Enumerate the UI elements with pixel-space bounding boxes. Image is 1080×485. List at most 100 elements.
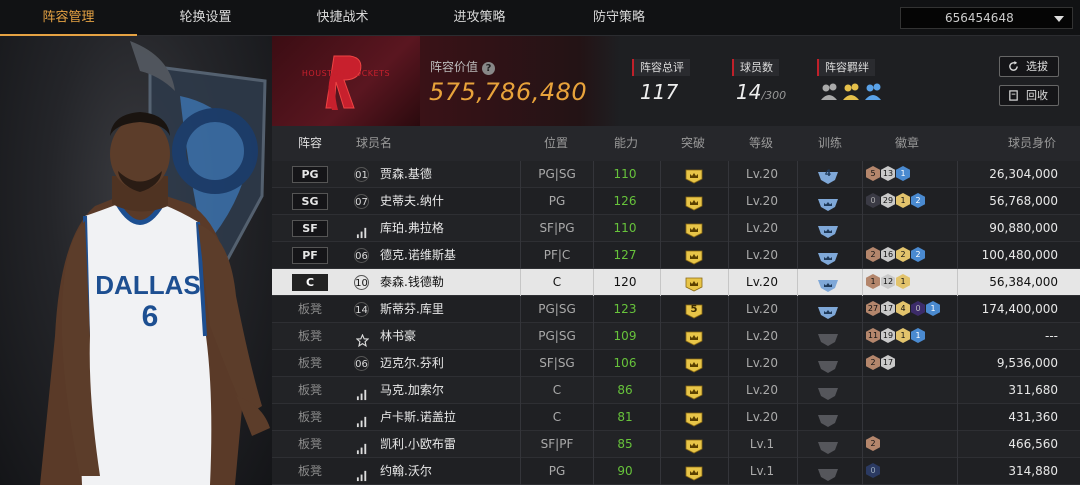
column-divider bbox=[593, 323, 594, 350]
slot-badge: PF bbox=[292, 247, 328, 264]
table-row[interactable]: SG 07 史蒂夫.纳什 PG 126 Lv.20 0 29 1 2 56,768,000 bbox=[272, 188, 1080, 215]
col-badges: 徽章 bbox=[895, 136, 920, 150]
training-icon[interactable] bbox=[817, 330, 839, 346]
training-icon[interactable] bbox=[817, 249, 839, 265]
badge-list: 27 17 4 0 1 bbox=[866, 301, 941, 318]
column-divider bbox=[728, 404, 729, 431]
badge-bronze: 5 bbox=[866, 166, 880, 181]
bond-stat: 阵容羁绊 bbox=[817, 56, 881, 100]
bond-icons[interactable] bbox=[821, 82, 887, 107]
player-position: PG|SG bbox=[538, 302, 576, 316]
crown-icon[interactable] bbox=[684, 329, 704, 346]
slot-badge: SF bbox=[292, 220, 328, 237]
player-name[interactable]: 斯蒂芬.库里 bbox=[380, 296, 444, 323]
column-divider bbox=[797, 242, 798, 269]
training-icon[interactable] bbox=[817, 195, 839, 211]
column-divider bbox=[728, 296, 729, 323]
table-row[interactable]: C 10 泰森.钱德勒 C 120 Lv.20 1 12 1 56,384,000 bbox=[272, 269, 1080, 296]
tab-quick-tactics[interactable]: 快捷战术 bbox=[274, 0, 411, 36]
player-name[interactable]: 凯利.小欧布雷 bbox=[380, 431, 456, 458]
training-icon[interactable] bbox=[817, 303, 839, 319]
account-dropdown[interactable]: 656454648 bbox=[900, 7, 1073, 29]
training-icon[interactable] bbox=[817, 276, 839, 292]
badge-silver: 12 bbox=[881, 274, 895, 289]
tab-offense[interactable]: 进攻策略 bbox=[411, 0, 548, 36]
badge-silver: 29 bbox=[881, 193, 895, 208]
table-row[interactable]: PF 06 德克.诺维斯基 PF|C 127 Lv.20 2 16 2 2 100,480,000 bbox=[272, 242, 1080, 269]
table-row[interactable]: SF 库珀.弗拉格 SF|PG 110 Lv.20 90,880,000 bbox=[272, 215, 1080, 242]
training-icon[interactable]: 4 bbox=[817, 168, 839, 184]
recycle-button[interactable]: 回收 bbox=[999, 85, 1059, 106]
column-divider bbox=[520, 431, 521, 458]
player-position: C bbox=[552, 275, 562, 289]
crown-icon[interactable] bbox=[684, 356, 704, 373]
document-icon bbox=[1009, 90, 1018, 101]
top-nav: 阵容管理 轮换设置 快捷战术 进攻策略 防守策略 656454648 bbox=[0, 0, 1080, 36]
breakthrough-level[interactable]: 5 bbox=[684, 302, 704, 319]
player-name[interactable]: 迈克尔.芬利 bbox=[380, 350, 444, 377]
player-name[interactable]: 马克.加索尔 bbox=[380, 377, 444, 404]
table-row[interactable]: 板凳 马克.加索尔 C 86 Lv.20 311,680 bbox=[272, 377, 1080, 404]
column-divider bbox=[520, 188, 521, 215]
training-icon[interactable] bbox=[817, 411, 839, 427]
column-divider bbox=[862, 269, 863, 296]
column-divider bbox=[862, 377, 863, 404]
player-name[interactable]: 德克.诺维斯基 bbox=[380, 242, 456, 269]
player-name[interactable]: 贾森.基德 bbox=[380, 161, 432, 188]
player-name[interactable]: 卢卡斯.诺盖拉 bbox=[380, 404, 456, 431]
training-icon[interactable] bbox=[817, 222, 839, 238]
column-divider bbox=[593, 458, 594, 485]
player-name[interactable]: 林书豪 bbox=[380, 323, 416, 350]
crown-icon[interactable] bbox=[684, 194, 704, 211]
crown-icon[interactable] bbox=[684, 275, 704, 292]
table-row[interactable]: 板凳 约翰.沃尔 PG 90 Lv.1 0 314,880 bbox=[272, 458, 1080, 485]
player-ability: 126 bbox=[613, 194, 637, 208]
badge-silver: 17 bbox=[881, 355, 895, 370]
crown-icon[interactable] bbox=[684, 437, 704, 454]
player-level: Lv.20 bbox=[746, 221, 778, 235]
crown-icon[interactable] bbox=[684, 221, 704, 238]
training-icon[interactable] bbox=[817, 465, 839, 481]
column-divider bbox=[593, 242, 594, 269]
crown-icon[interactable] bbox=[684, 248, 704, 265]
tab-lineup[interactable]: 阵容管理 bbox=[0, 0, 137, 36]
player-level: Lv.20 bbox=[746, 329, 778, 343]
players-stat: 球员数 14/300 bbox=[732, 56, 786, 104]
column-divider bbox=[520, 404, 521, 431]
badge-bronze: 11 bbox=[866, 328, 880, 343]
slot-badge: C bbox=[292, 274, 328, 291]
crown-icon[interactable] bbox=[684, 167, 704, 184]
column-divider bbox=[660, 377, 661, 404]
player-name[interactable]: 史蒂夫.纳什 bbox=[380, 188, 444, 215]
column-divider bbox=[797, 350, 798, 377]
table-row[interactable]: 板凳 林书豪 PG|SG 109 Lv.20 11 19 1 1 --- bbox=[272, 323, 1080, 350]
player-value: 311,680 bbox=[1008, 383, 1058, 397]
table-row[interactable]: 板凳 凯利.小欧布雷 SF|PF 85 Lv.1 2 466,560 bbox=[272, 431, 1080, 458]
table-row[interactable]: 板凳 卢卡斯.诺盖拉 C 81 Lv.20 431,360 bbox=[272, 404, 1080, 431]
column-divider bbox=[728, 431, 729, 458]
crown-icon[interactable] bbox=[684, 410, 704, 427]
table-row[interactable]: PG 01 贾森.基德 PG|SG 110 Lv.20 4 5 13 1 26,304,000 bbox=[272, 161, 1080, 188]
column-divider bbox=[957, 377, 958, 404]
tab-rotation[interactable]: 轮换设置 bbox=[137, 0, 274, 36]
select-button[interactable]: 选拔 bbox=[999, 56, 1059, 77]
crown-icon[interactable] bbox=[684, 464, 704, 481]
tab-defense[interactable]: 防守策略 bbox=[548, 0, 690, 36]
help-icon[interactable]: ? bbox=[482, 62, 496, 75]
training-icon[interactable] bbox=[817, 357, 839, 373]
column-divider bbox=[593, 161, 594, 188]
player-name[interactable]: 泰森.钱德勒 bbox=[380, 269, 444, 296]
table-row[interactable]: 板凳 14 斯蒂芬.库里 PG|SG 123 5 Lv.20 27 17 4 0 1 174,400,0… bbox=[272, 296, 1080, 323]
player-name[interactable]: 库珀.弗拉格 bbox=[380, 215, 444, 242]
column-divider bbox=[593, 296, 594, 323]
table-row[interactable]: 板凳 06 迈克尔.芬利 SF|SG 106 Lv.20 2 17 9,536,000 bbox=[272, 350, 1080, 377]
jersey-number: 07 bbox=[354, 194, 369, 209]
badge-navy: 0 bbox=[866, 463, 880, 478]
roster-table: 阵容 球员名 位置 能力 突破 等级 训练 徽章 球员身价 PG 01 贾森.基德 P… bbox=[272, 126, 1080, 485]
training-icon[interactable] bbox=[817, 438, 839, 454]
crown-icon[interactable] bbox=[684, 383, 704, 400]
player-name[interactable]: 约翰.沃尔 bbox=[380, 458, 432, 485]
recycle-label: 回收 bbox=[1026, 89, 1048, 102]
training-icon[interactable] bbox=[817, 384, 839, 400]
column-divider bbox=[957, 242, 958, 269]
